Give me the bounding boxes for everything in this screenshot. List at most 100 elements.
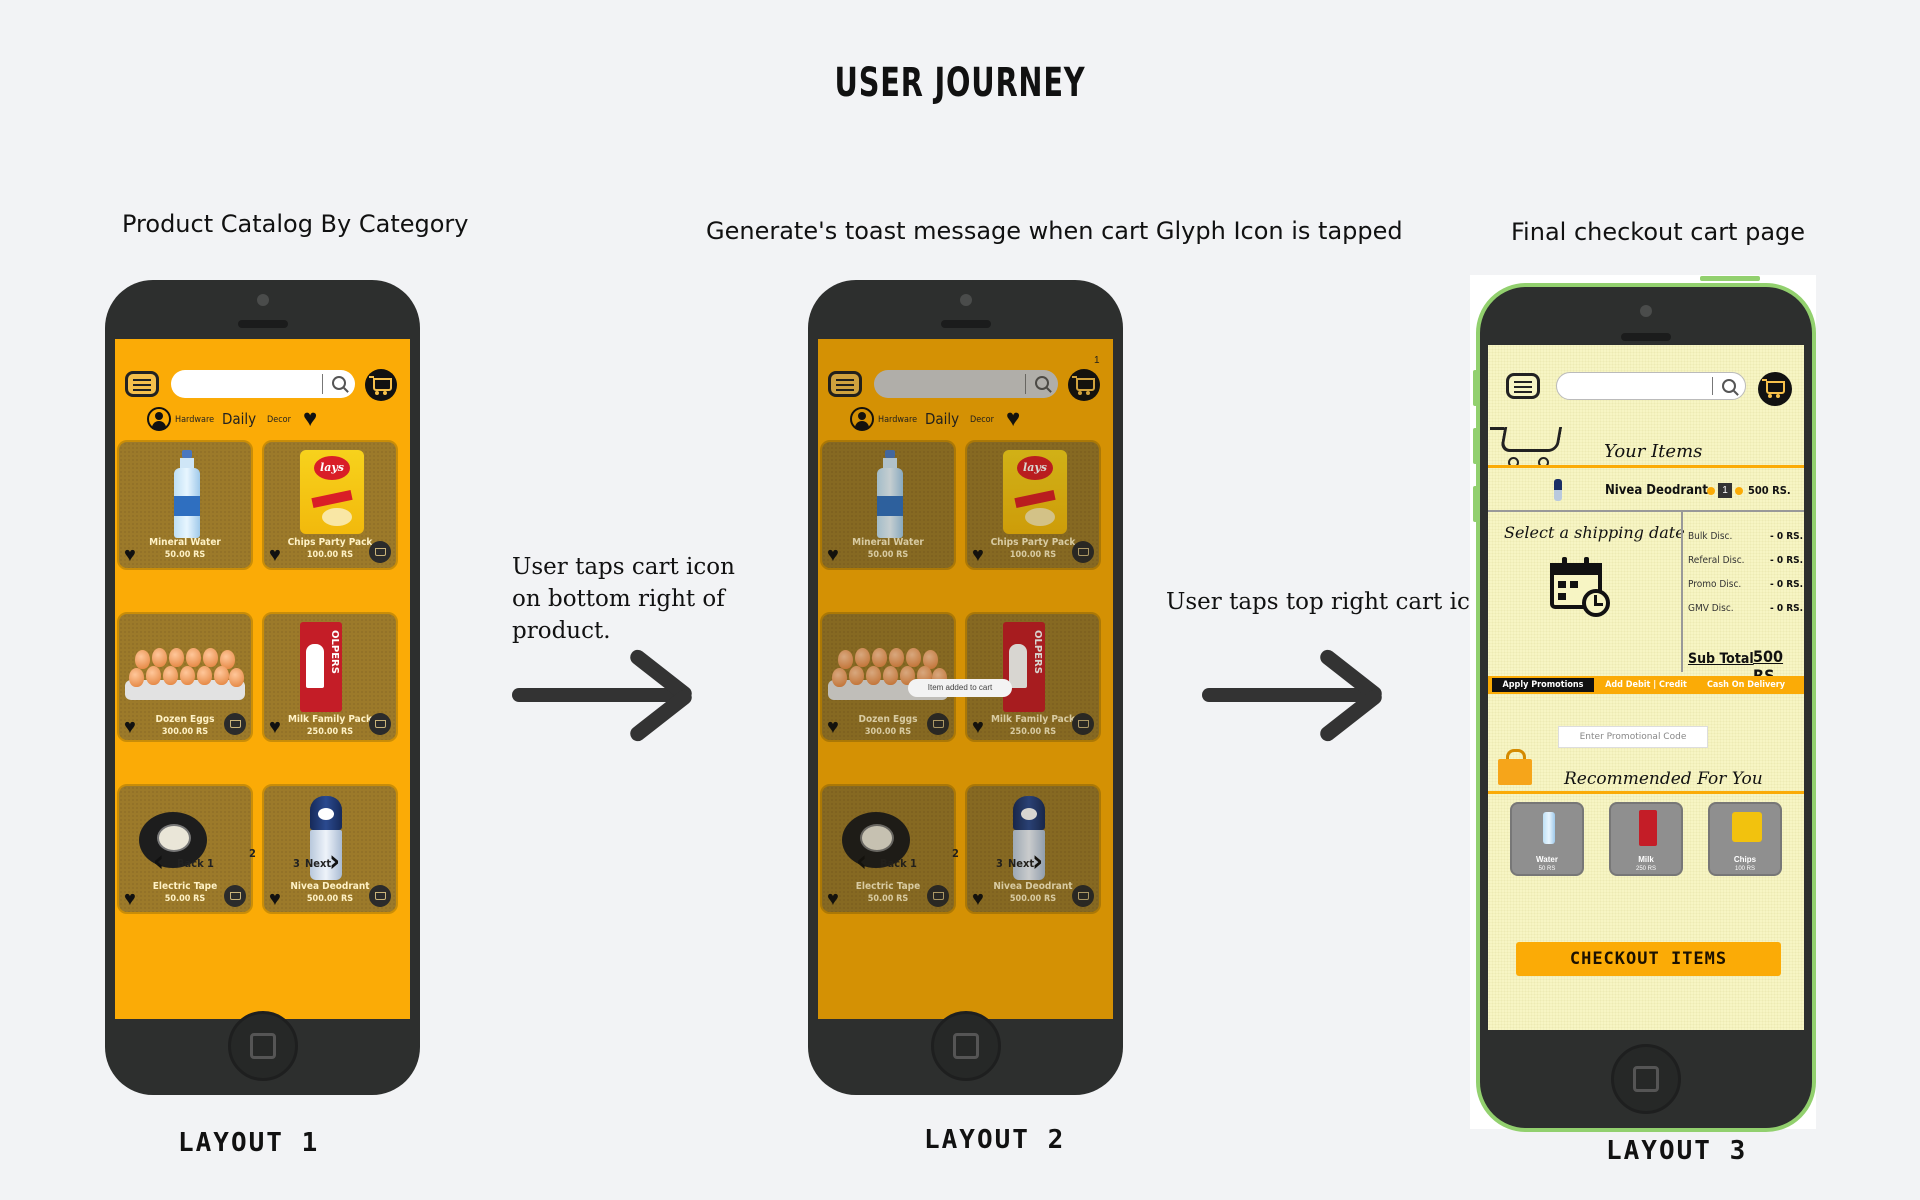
egg-tray-icon (125, 640, 245, 706)
catalog-screen: Hardware Daily Decor ♥ Mineral Water 50.… (115, 339, 410, 1019)
layout2-caption: Generate's toast message when cart Glyph… (706, 217, 1403, 245)
discount-label: GMV Disc. (1688, 603, 1734, 614)
shipping-date-label: Select a shipping date (1504, 523, 1685, 542)
heart-icon[interactable]: ♥ (124, 545, 136, 565)
layout3-caption: Final checkout cart page (1511, 218, 1806, 246)
speaker (1621, 333, 1671, 341)
page-current: 2 (249, 847, 256, 860)
layout-label-3: LAYOUT 3 (1606, 1136, 1748, 1166)
heart-icon[interactable]: ♥ (269, 717, 281, 737)
heart-icon[interactable]: ♥ (124, 717, 136, 737)
page-title: USER JOURNEY (834, 60, 1086, 106)
tab-cash-on-delivery[interactable]: Cash On Delivery (1698, 678, 1794, 692)
chevron-right-icon[interactable]: › (329, 847, 340, 877)
phone-layout2: 1 Hardware Daily Decor ♥ Mineral Water 5… (808, 280, 1123, 1095)
cart-item-name: Nivea Deodrant (1605, 483, 1708, 498)
category-daily[interactable]: Daily (222, 410, 256, 428)
heart-icon[interactable]: ♥ (269, 889, 281, 909)
product-card[interactable]: Mineral Water 50.00 RS ♥ (117, 440, 253, 570)
search-icon[interactable] (1722, 379, 1736, 393)
divider (1488, 791, 1804, 794)
search-input[interactable] (171, 370, 355, 398)
chips-bag-icon (1732, 812, 1762, 842)
home-button[interactable] (227, 1011, 298, 1081)
menu-icon[interactable] (1506, 373, 1540, 399)
recommended-name: Chips (1733, 855, 1757, 864)
page-3[interactable]: 3 (293, 857, 300, 870)
category-hardware[interactable]: Hardware (175, 415, 214, 425)
checkout-screen: Your Items Nivea Deodrant 1 500 RS. Sele… (1488, 345, 1804, 1030)
recommended-price: 250 RS (1635, 866, 1656, 872)
step2-note: User taps top right cart icon (1166, 589, 1499, 615)
divider (1681, 512, 1683, 672)
layout-label-2: LAYOUT 2 (924, 1125, 1066, 1155)
milk-carton-icon (1639, 810, 1657, 846)
pagination: ‹ Back 1 2 3 Next › (115, 847, 410, 879)
add-to-cart-icon[interactable] (224, 885, 246, 907)
recommended-item[interactable]: Water 50 RS (1510, 802, 1584, 876)
divider (1488, 465, 1804, 468)
product-card[interactable]: Dozen Eggs 300.00 RS ♥ (117, 612, 253, 742)
product-price: 50.00 RS (164, 550, 206, 560)
home-button[interactable] (930, 1011, 1001, 1081)
payment-tab-bar: Apply Promotions Add Debit | Credit Cash… (1488, 676, 1804, 694)
menu-icon[interactable] (125, 371, 159, 397)
qty-value: 1 (1718, 483, 1732, 498)
toast-message: Item added to cart (908, 679, 1012, 697)
your-items-heading: Your Items (1604, 441, 1703, 462)
back-button[interactable]: Back (177, 857, 204, 870)
cart-icon[interactable] (1758, 372, 1792, 406)
add-to-cart-icon[interactable] (369, 885, 391, 907)
heart-icon[interactable]: ♥ (269, 545, 281, 565)
catalog-screen-toast: 1 Hardware Daily Decor ♥ Mineral Water 5… (818, 339, 1113, 1019)
chevron-left-icon[interactable]: ‹ (153, 847, 164, 877)
discount-label: Referal Disc. (1688, 555, 1745, 566)
layout-label-1: LAYOUT 1 (178, 1128, 320, 1158)
discount-value: - 0 RS. (1770, 603, 1804, 614)
camera (1640, 305, 1652, 317)
discount-label: Promo Disc. (1688, 579, 1742, 590)
product-card[interactable]: OLPERS Milk Family Pack 250.00 RS ♥ (262, 612, 398, 742)
search-input[interactable] (1556, 372, 1746, 400)
heart-icon[interactable]: ♥ (124, 889, 136, 909)
search-icon[interactable] (332, 376, 346, 390)
profile-icon[interactable] (147, 407, 171, 431)
product-card[interactable]: lays Chips Party Pack 100.00 RS ♥ (262, 440, 398, 570)
product-name: Mineral Water (149, 537, 221, 548)
shopping-bag-icon (1498, 749, 1532, 785)
deodorant-thumb-icon (1554, 479, 1562, 501)
discount-value: - 0 RS. (1770, 555, 1804, 566)
add-to-cart-icon[interactable] (224, 713, 246, 735)
calendar-clock-icon[interactable] (1550, 555, 1614, 627)
cart-icon[interactable] (365, 369, 397, 401)
recommended-heading: Recommended For You (1564, 769, 1763, 789)
divider (1488, 510, 1804, 512)
favorites-heart-icon[interactable]: ♥ (303, 407, 317, 431)
increase-qty-button[interactable] (1735, 487, 1743, 495)
milk-carton-icon: OLPERS (300, 622, 342, 712)
category-decor[interactable]: Decor (267, 415, 291, 425)
recommended-item[interactable]: Chips 100 RS (1708, 802, 1782, 876)
checkout-button[interactable]: CHECKOUT ITEMS (1516, 942, 1781, 976)
layout1-caption: Product Catalog By Category (122, 210, 469, 238)
recommended-item[interactable]: Milk 250 RS (1609, 802, 1683, 876)
home-button[interactable] (1611, 1044, 1681, 1114)
camera (256, 294, 269, 306)
promo-code-input[interactable]: Enter Promotional Code (1558, 726, 1708, 748)
add-to-cart-icon[interactable] (369, 541, 391, 563)
water-bottle-icon (172, 450, 202, 538)
page-1[interactable]: 1 (207, 857, 214, 870)
step1-note: User taps cart icon on bottom right of pro… (512, 554, 735, 644)
next-button[interactable]: Next (305, 857, 331, 870)
tab-add-debit-credit[interactable]: Add Debit | Credit (1598, 678, 1694, 692)
discount-value: - 0 RS. (1770, 579, 1804, 590)
tab-apply-promotions[interactable]: Apply Promotions (1492, 678, 1594, 692)
add-to-cart-icon[interactable] (369, 713, 391, 735)
recommended-price: 50 RS (1538, 866, 1556, 872)
decrease-qty-button[interactable] (1707, 487, 1715, 495)
camera (959, 294, 972, 306)
speaker (237, 320, 288, 328)
recommended-name: Water (1536, 855, 1558, 864)
power-button (1700, 276, 1760, 281)
recommended-price: 100 RS (1734, 866, 1755, 872)
